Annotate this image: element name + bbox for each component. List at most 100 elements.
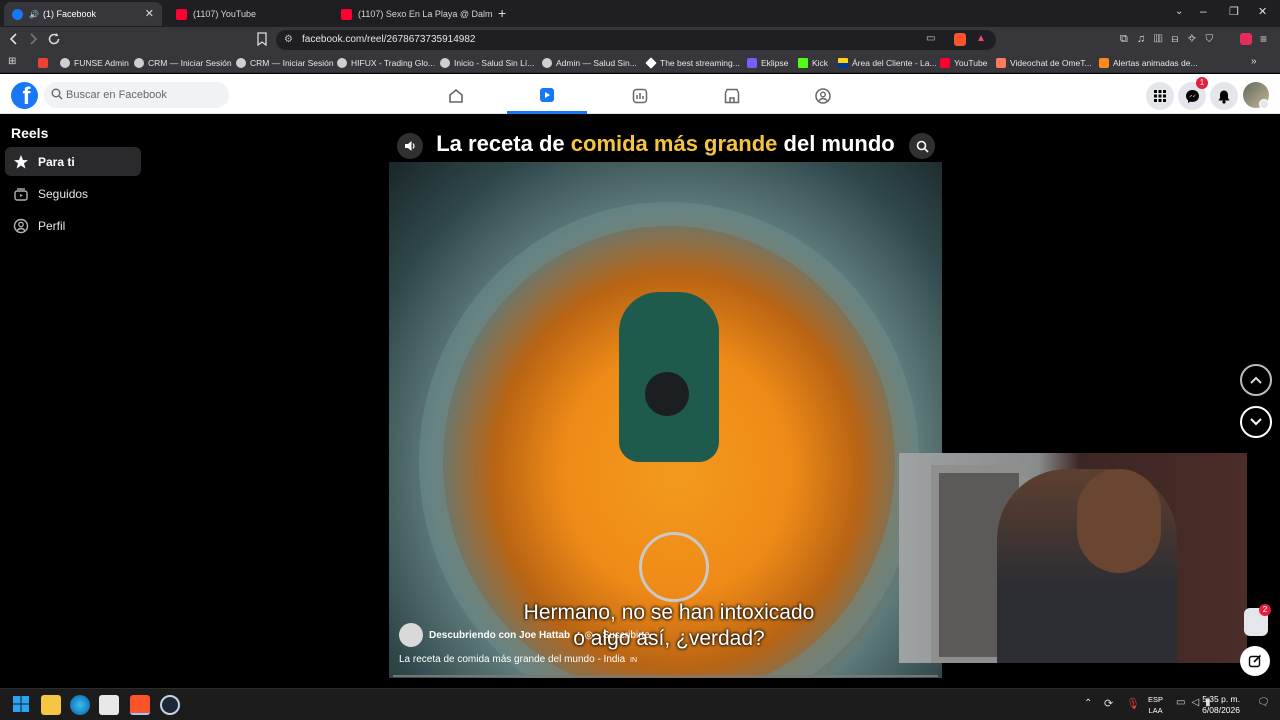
cook-head	[645, 372, 689, 416]
site-info-icon[interactable]: ⚙	[284, 34, 293, 45]
reel-player[interactable]: La receta de comida más grande del mundo…	[389, 126, 942, 678]
bookmark-item[interactable]: Kick	[798, 56, 828, 70]
sidebar-item-label: Para ti	[38, 154, 75, 169]
sync-icon[interactable]: ⟳	[1104, 697, 1113, 710]
search-box[interactable]	[44, 82, 229, 108]
compose-icon	[1248, 654, 1262, 668]
sidebar-item-perfil[interactable]: Perfil	[5, 211, 141, 240]
reload-icon[interactable]	[47, 32, 61, 46]
sidebar-title: Reels	[11, 125, 49, 141]
chevron-down-icon	[1259, 99, 1269, 109]
author-avatar[interactable]	[399, 623, 423, 647]
sidebar-item-seguidos[interactable]: Seguidos	[5, 179, 141, 208]
subscribe-link[interactable]: Suscribirte	[603, 630, 650, 641]
bookmark-label: FUNSE Admin	[74, 58, 129, 68]
restore-icon[interactable]: ❐	[1229, 5, 1239, 18]
bell-icon	[1218, 90, 1230, 104]
bookmark-item[interactable]: YouTube	[940, 56, 987, 70]
alert-icon	[1099, 58, 1109, 68]
url-text[interactable]: facebook.com/reel/2678673735914982	[302, 34, 475, 45]
nav-marketplace-stats[interactable]	[600, 78, 680, 114]
bookmark-item[interactable]: HIFUX - Trading Glo...	[337, 56, 435, 70]
bookmark-item[interactable]: Alertas animadas de...	[1099, 56, 1198, 70]
new-message-button[interactable]	[1240, 646, 1270, 676]
bookmark-item[interactable]: CRM — Iniciar Sesión	[134, 56, 232, 70]
next-reel-button[interactable]	[1240, 406, 1272, 438]
facebook-header: f 1	[0, 74, 1280, 114]
chat-badge: 2	[1259, 604, 1271, 616]
url-box[interactable]: ⚙ facebook.com/reel/2678673735914982 ▭ ▲	[276, 30, 996, 50]
window-close-icon[interactable]: ✕	[1258, 5, 1267, 18]
store-icon[interactable]	[99, 695, 119, 715]
sidebar-item-para-ti[interactable]: Para ti	[5, 147, 141, 176]
bookmark-icon[interactable]	[256, 32, 268, 46]
bookmark-label: Inicio - Salud Sin Lí...	[454, 58, 535, 68]
search-input[interactable]	[66, 82, 226, 108]
tab-youtube[interactable]: (1107) YouTube	[168, 2, 328, 26]
back-icon[interactable]	[8, 32, 20, 46]
globe-icon	[134, 58, 144, 68]
minimize-icon[interactable]: –	[1200, 4, 1207, 18]
globe-icon	[60, 58, 70, 68]
input-language[interactable]: ESP LAA	[1148, 694, 1163, 716]
tab-facebook[interactable]: 🔊 (1) Facebook ✕	[4, 2, 162, 26]
speaker-icon: 🔊	[29, 9, 39, 19]
youtube-icon	[940, 58, 950, 68]
steam-icon[interactable]	[160, 695, 180, 715]
bookmark-item[interactable]: CRM — Iniciar Sesión	[236, 56, 334, 70]
nav-groups[interactable]	[783, 78, 863, 114]
tab-list-icon[interactable]: ⌄	[1175, 6, 1183, 17]
cast-icon[interactable]: ▭	[926, 33, 935, 44]
sound-button[interactable]	[397, 133, 423, 159]
nav-reels[interactable]	[507, 78, 587, 114]
bookmark-item[interactable]: Eklipse	[747, 56, 788, 70]
file-explorer-icon[interactable]	[41, 695, 61, 715]
close-tab-icon[interactable]: ✕	[145, 7, 154, 20]
bookmark-item[interactable]: Videochat de OmeT...	[996, 56, 1092, 70]
author-name[interactable]: Descubriendo con Joe Hattab	[429, 630, 570, 641]
tray-overflow-icon[interactable]: ⌃	[1084, 698, 1092, 709]
extension-icon[interactable]	[1240, 33, 1252, 45]
bookmark-label: Eklipse	[761, 58, 789, 68]
messenger-icon	[1185, 89, 1199, 103]
more-bookmarks-icon[interactable]: »	[1251, 56, 1257, 67]
notifications-button[interactable]	[1210, 82, 1238, 110]
notification-center-icon[interactable]: 🗨	[1257, 697, 1270, 708]
bookmark-item[interactable]: FUNSE Admin	[60, 56, 129, 70]
tab-video[interactable]: (1107) Sexo En La Playa @ Dalmata -	[333, 2, 493, 26]
forward-icon[interactable]	[27, 32, 39, 46]
apps-icon[interactable]: ⊞	[8, 56, 16, 67]
facebook-logo[interactable]: f	[11, 82, 38, 109]
bookmark-item[interactable]: Área del Cliente - La...	[838, 56, 937, 70]
bookmark-gmail[interactable]	[38, 56, 52, 70]
speaker-icon	[405, 141, 415, 151]
system-clock[interactable]: 5:35 p. m. 6/08/2026	[1202, 694, 1240, 716]
sidebar-item-label: Seguidos	[38, 186, 89, 201]
diamond-icon	[645, 57, 657, 69]
bookmark-item[interactable]: Admin — Salud Sin...	[542, 56, 637, 70]
messenger-button[interactable]: 1	[1178, 77, 1208, 110]
bookmark-label: CRM — Iniciar Sesión	[250, 58, 334, 68]
windows-taskbar: ⌃ ⟳ 🎙 ESP LAA ▭◁▮ 5:35 p. m. 6/08/2026 🗨	[0, 688, 1280, 720]
nav-home[interactable]	[416, 78, 496, 114]
new-tab-button[interactable]: +	[498, 5, 506, 21]
tab-label: (1107) YouTube	[193, 9, 257, 19]
nav-marketplace[interactable]	[692, 78, 772, 114]
menu-icon[interactable]: ≡	[1260, 32, 1267, 46]
microphone-icon[interactable]: 🎙	[1126, 697, 1140, 710]
extensions-toolbar[interactable]: ⧉♫▥⊟✧⛉	[1120, 33, 1222, 46]
reel-search-button[interactable]	[909, 133, 935, 159]
brave-icon[interactable]	[130, 695, 150, 715]
brave-shields-icon[interactable]	[954, 33, 966, 46]
menu-button[interactable]	[1146, 82, 1174, 110]
bookmark-item[interactable]: The best streaming...	[645, 56, 740, 70]
reel-progress-bar[interactable]	[393, 675, 938, 677]
avatar[interactable]	[1243, 82, 1269, 109]
windows-start-icon[interactable]	[12, 695, 32, 715]
edge-icon[interactable]	[70, 695, 90, 715]
chat-head[interactable]: 2	[1244, 604, 1271, 636]
bookmark-item[interactable]: Inicio - Salud Sin Lí...	[440, 56, 534, 70]
previous-reel-button[interactable]	[1240, 364, 1272, 396]
brave-rewards-icon[interactable]: ▲	[976, 33, 986, 44]
eklipse-icon	[747, 58, 757, 68]
